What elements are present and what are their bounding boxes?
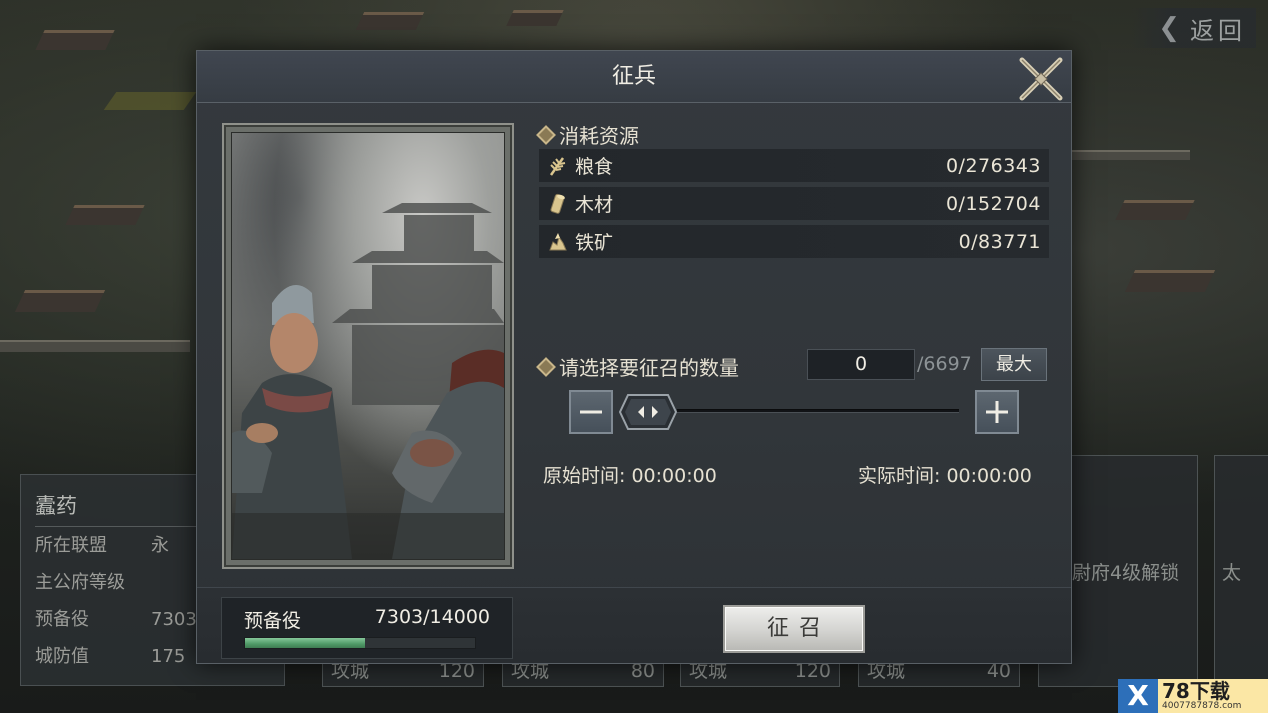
reserve-troops-box: 预备役 7303/14000 [221, 597, 513, 659]
building-roof [355, 12, 425, 30]
decrease-button[interactable] [569, 390, 613, 434]
recruit-button[interactable]: 征召 [723, 605, 865, 653]
city-wall [1070, 150, 1190, 160]
original-time-value: 00:00:00 [631, 465, 717, 487]
reserve-value: 7303/14000 [374, 606, 490, 628]
resource-row-iron: 铁矿 0/83771 [539, 225, 1049, 258]
minus-icon [580, 410, 602, 414]
diamond-bullet-icon [536, 356, 556, 377]
resource-amount: 0/152704 [945, 192, 1041, 215]
close-button[interactable] [1015, 53, 1067, 105]
resource-name: 铁矿 [575, 232, 614, 254]
resource-amount: 0/83771 [958, 230, 1041, 253]
reserve-progress-bar [244, 637, 476, 649]
info-value: 175 [151, 646, 186, 667]
resource-amount: 0/276343 [945, 154, 1041, 177]
general-portrait-frame [222, 123, 514, 569]
original-time-label: 原始时间: [543, 465, 626, 487]
quantity-input[interactable]: 0 [807, 349, 915, 380]
quantity-slider-track[interactable] [677, 409, 959, 413]
logo-x-icon: X [1118, 679, 1158, 713]
resources-section-title: 消耗资源 [536, 120, 639, 149]
close-icon [1019, 57, 1063, 101]
info-key: 预备役 [35, 609, 89, 630]
resource-name: 木材 [575, 194, 614, 216]
info-value: 永 [151, 535, 169, 556]
wood-icon [547, 193, 569, 215]
soldier-portrait-image [231, 132, 505, 560]
building-roof [65, 205, 145, 225]
dialog-header: 征兵 [197, 51, 1071, 103]
reserve-label: 预备役 [244, 610, 302, 632]
actual-time-label: 实际时间: [858, 465, 941, 487]
iron-ore-icon [547, 231, 569, 253]
actual-time: 实际时间: 00:00:00 [858, 461, 1032, 488]
building-roof [506, 10, 564, 26]
increase-button[interactable] [975, 390, 1019, 434]
back-arrow-icon: ❮ [1158, 13, 1180, 43]
resource-row-grain: 粮食 0/276343 [539, 149, 1049, 182]
watermark-url: 4007787878.com [1162, 700, 1242, 711]
recruit-dialog: 征兵 消耗资源 粮食 0/276343 木材 0/152704 铁矿 0/837… [196, 50, 1072, 664]
quantity-section-title: 请选择要征召的数量 [536, 352, 739, 381]
original-time: 原始时间: 00:00:00 [543, 461, 717, 488]
back-label: 返回 [1190, 16, 1246, 45]
building-roof [35, 30, 115, 50]
building-roof [1115, 200, 1195, 220]
site-watermark-logo: X 78下载 4007787878.com [1118, 679, 1268, 713]
quantity-title-text: 请选择要征召的数量 [559, 356, 739, 380]
resource-row-wood: 木材 0/152704 [539, 187, 1049, 220]
info-key: 所在联盟 [35, 535, 107, 556]
city-wall [0, 340, 190, 352]
side-text: 太 [1222, 562, 1242, 584]
grain-icon [547, 155, 569, 177]
slider-handle-icon [618, 394, 678, 430]
watermark-brand: 78下载 [1162, 678, 1230, 703]
resources-title-text: 消耗资源 [559, 124, 639, 148]
unlock-text: 尉府4级解锁 [1072, 562, 1180, 584]
reserve-progress-fill [245, 638, 365, 648]
diamond-bullet-icon [536, 124, 556, 145]
info-value: 7303 [151, 609, 197, 630]
building-roof [14, 290, 106, 312]
building-roof [1124, 270, 1216, 292]
quantity-max-text: /6697 [917, 353, 972, 375]
crop-field [103, 92, 197, 110]
info-key: 主公府等级 [35, 572, 125, 593]
info-key: 城防值 [35, 646, 89, 667]
dialog-title: 征兵 [611, 64, 656, 89]
back-button[interactable]: ❮ 返回 [1131, 8, 1256, 48]
plus-icon [986, 401, 1008, 423]
actual-time-value: 00:00:00 [946, 465, 1032, 487]
max-button[interactable]: 最大 [981, 348, 1047, 381]
quantity-slider-handle[interactable] [618, 393, 678, 431]
resource-name: 粮食 [575, 156, 614, 178]
